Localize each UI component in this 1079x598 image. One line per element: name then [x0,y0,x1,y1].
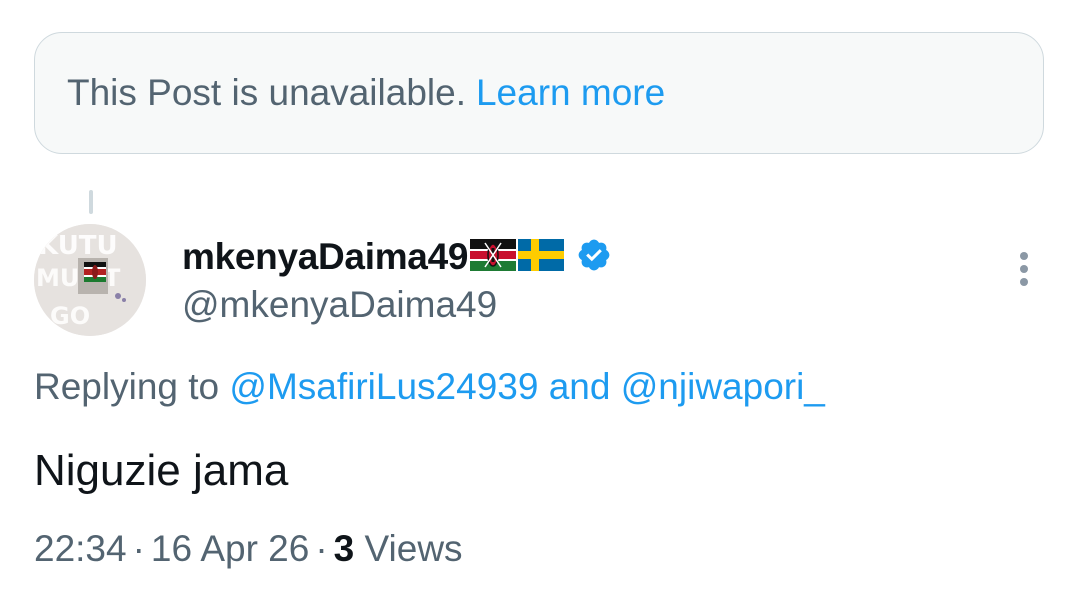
author-name-row: mkenyaDaima49 [182,234,612,280]
mention-link-1[interactable]: @MsafiriLus24939 [229,366,538,407]
post-date[interactable]: 16 Apr 26 [151,528,309,569]
meta-separator: · [315,528,328,569]
more-options-button[interactable] [1004,244,1044,294]
sweden-flag-icon [518,238,565,276]
verified-badge-icon[interactable] [576,237,612,278]
avatar[interactable]: KUTU MU T GO [34,224,146,336]
post-time[interactable]: 22:34 [34,528,127,569]
svg-text:MU: MU [36,264,79,292]
unavailable-text: This Post is unavailable. [67,72,466,113]
unavailable-post-notice: This Post is unavailable. Learn more [34,32,1044,154]
learn-more-link[interactable]: Learn more [476,72,665,114]
author-handle[interactable]: @mkenyaDaima49 [182,284,497,326]
replying-to-label: Replying to [34,366,220,407]
views-count: 3 [333,528,355,569]
meta-separator: · [132,528,145,569]
thread-connector-line [89,190,93,214]
avatar-image: KUTU MU T GO [34,224,146,336]
author-display-name[interactable]: mkenyaDaima49 [182,236,468,278]
post-meta: 22:34 · 16 Apr 26 · 3 Views [34,528,463,570]
svg-text:GO: GO [50,302,90,330]
replying-to-line: Replying to @MsafiriLus24939 and @njiwap… [34,366,825,408]
mention-link-2[interactable]: @njiwapori_ [621,366,825,407]
post-body-text: Niguzie jama [34,446,289,495]
views-label: Views [364,528,463,569]
svg-text:KUTU: KUTU [38,231,118,261]
mention-joiner[interactable]: and [549,366,611,407]
kenya-flag-icon [470,238,517,276]
more-vertical-icon [1020,252,1028,286]
